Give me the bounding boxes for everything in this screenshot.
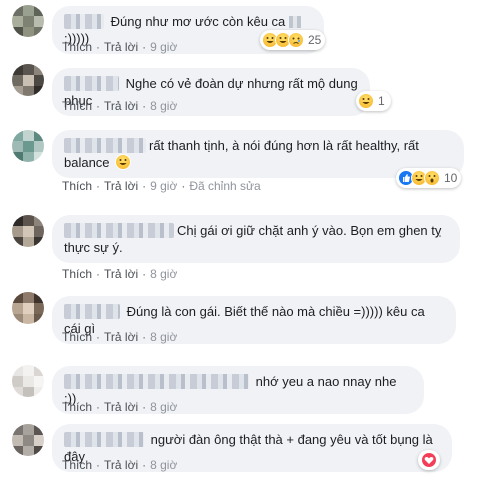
timestamp[interactable]: 9 giờ (150, 179, 177, 193)
like-link[interactable]: Thích (62, 458, 92, 472)
author-name[interactable] (64, 432, 144, 447)
timestamp[interactable]: 8 giờ (150, 330, 177, 344)
author-name[interactable] (64, 304, 120, 319)
author-name[interactable] (64, 223, 174, 238)
reply-link[interactable]: Trả lời (104, 267, 138, 281)
reply-link[interactable]: Trả lời (104, 400, 138, 414)
like-link[interactable]: Thích (62, 40, 92, 54)
sad-icon (288, 32, 304, 48)
reply-link[interactable]: Trả lời (104, 179, 138, 193)
like-link[interactable]: Thích (62, 99, 92, 113)
haha-icon (358, 93, 374, 109)
timestamp[interactable]: 8 giờ (150, 99, 177, 113)
timestamp[interactable]: 9 giờ (150, 40, 177, 54)
avatar[interactable] (12, 365, 44, 397)
reaction-summary[interactable]: 1 (356, 91, 391, 111)
timestamp[interactable]: 8 giờ (150, 400, 177, 414)
author-name[interactable] (64, 76, 119, 91)
comment-actions: Thích · Trả lời · 9 giờ (62, 40, 178, 54)
comment-actions: Thích · Trả lời · 8 giờ (62, 400, 178, 414)
author-name[interactable] (64, 138, 146, 153)
reply-link[interactable]: Trả lời (104, 99, 138, 113)
author-name[interactable] (64, 14, 104, 29)
author-name[interactable] (64, 374, 249, 389)
comment-text-line2: thực sự ý. (64, 240, 123, 255)
reaction-count: 25 (308, 33, 322, 47)
comment-text-line1: Chị gái ơi giữ chặt anh ý vào. Bọn em gh… (177, 223, 442, 238)
avatar[interactable] (12, 424, 44, 456)
comment-text: Đúng như mơ ước còn kêu ca (110, 14, 286, 29)
reaction-count: 10 (444, 171, 458, 185)
reply-link[interactable]: Trả lời (104, 330, 138, 344)
like-link[interactable]: Thích (62, 400, 92, 414)
comment-text-line1: rất thanh tịnh, à nói đúng hơn là rất he… (149, 138, 419, 153)
like-link[interactable]: Thích (62, 330, 92, 344)
reply-link[interactable]: Trả lời (104, 458, 138, 472)
comment-bubble: Chị gái ơi giữ chặt anh ý vào. Bọn em gh… (52, 215, 460, 263)
wow-icon (424, 170, 440, 186)
reaction-count: 1 (378, 94, 385, 108)
edited-label[interactable]: Đã chỉnh sửa (189, 179, 260, 193)
comment-actions: Thích · Trả lời · 8 giờ (62, 330, 178, 344)
avatar[interactable] (12, 64, 44, 96)
avatar[interactable] (12, 130, 44, 162)
love-icon (421, 452, 437, 468)
avatar[interactable] (12, 5, 44, 37)
avatar[interactable] (12, 292, 44, 324)
like-link[interactable]: Thích (62, 267, 92, 281)
comment-text-line2: balance (64, 155, 110, 170)
timestamp[interactable]: 8 giờ (150, 267, 177, 281)
reaction-summary[interactable]: 10 (396, 168, 462, 188)
reaction-summary[interactable]: 25 (260, 30, 326, 50)
reaction-summary[interactable] (418, 450, 440, 470)
blurred-text (288, 16, 301, 28)
grin-emoji-icon (115, 154, 132, 170)
like-link[interactable]: Thích (62, 179, 92, 193)
reply-link[interactable]: Trả lời (104, 40, 138, 54)
comment-actions: Thích · Trả lời · 8 giờ (62, 99, 178, 113)
comment-actions: Thích · Trả lời · 8 giờ (62, 458, 178, 472)
comment-actions: Thích · Trả lời · 9 giờ · Đã chỉnh sửa (62, 179, 261, 193)
comment-actions: Thích · Trả lời · 8 giờ (62, 267, 178, 281)
avatar[interactable] (12, 215, 44, 247)
timestamp[interactable]: 8 giờ (150, 458, 177, 472)
